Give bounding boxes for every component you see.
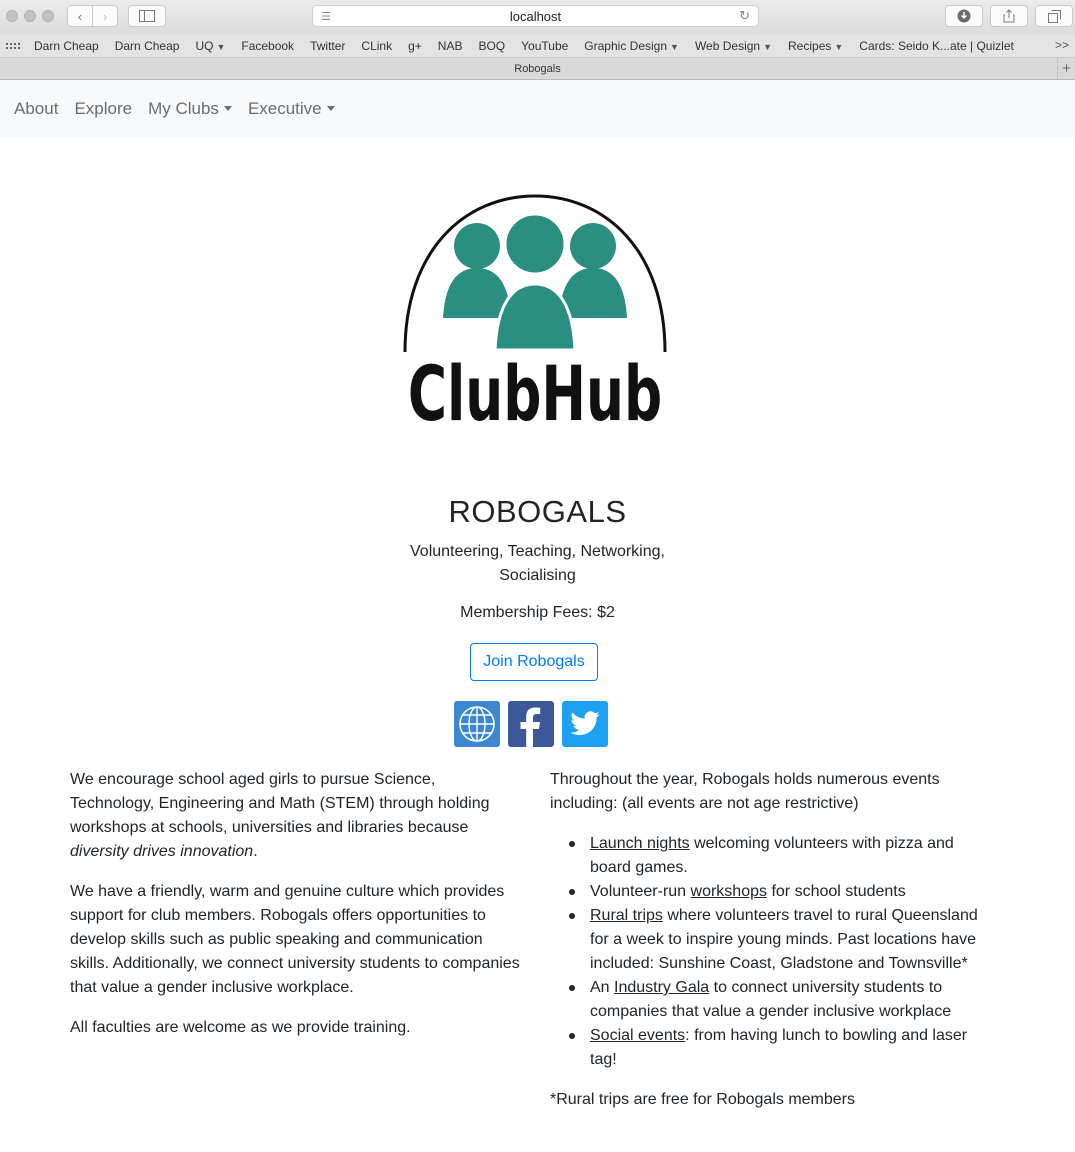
events-intro: Throughout the year, Robogals holds nume… (550, 771, 940, 812)
chevron-down-icon: ▼ (670, 41, 679, 52)
list-item: Rural trips where volunteers travel to r… (569, 904, 990, 976)
caret-down-icon (326, 106, 335, 111)
chevron-down-icon: ▼ (834, 41, 844, 52)
paragraph-end: . (253, 843, 258, 860)
back-button[interactable]: ‹ (67, 5, 93, 27)
twitter-link[interactable] (562, 701, 608, 747)
caret-down-icon (223, 106, 232, 111)
sidebar-toggle-button[interactable] (128, 5, 166, 27)
bookmark-quizlet[interactable]: Cards: Seido K...ate | Quizlet (859, 39, 1014, 53)
club-name: ROBOGALS (448, 494, 627, 529)
tab-bar: Robogals + (0, 58, 1075, 80)
share-button[interactable] (990, 5, 1028, 27)
address-bar[interactable]: ☰ localhost ↻ (312, 5, 759, 27)
item-pre: Volunteer-run (590, 883, 691, 900)
events-list: Launch nights welcoming volunteers with … (569, 832, 990, 1072)
bookmark-web-design-folder[interactable]: Web Design ▼ (695, 39, 772, 53)
globe-icon (459, 706, 495, 742)
downloads-button[interactable] (945, 5, 983, 27)
nav-label: My Clubs (148, 98, 219, 118)
bookmark-boq[interactable]: BOQ (478, 39, 505, 53)
plus-icon: + (1062, 60, 1071, 77)
bookmark-nab[interactable]: NAB (438, 39, 463, 53)
chevron-left-icon: ‹ (77, 8, 83, 24)
item-post: for school students (767, 883, 906, 900)
events-footnote: *Rural trips are free for Robogals membe… (550, 1091, 856, 1108)
list-item: Launch nights welcoming volunteers with … (569, 832, 990, 880)
bookmark-darn-cheap[interactable]: Darn Cheap (34, 39, 99, 53)
description-paragraph: We encourage school aged girls to pursue… (70, 768, 520, 864)
download-icon (957, 9, 971, 23)
bookmark-darn-cheap-2[interactable]: Darn Cheap (115, 39, 180, 53)
clubhub-logo: ClubHub (403, 194, 667, 430)
forward-button[interactable]: › (92, 5, 118, 27)
club-events: Throughout the year, Robogals holds nume… (550, 768, 990, 1128)
list-item: Social events: from having lunch to bowl… (569, 1024, 990, 1072)
bookmark-label: Recipes (788, 38, 832, 53)
apps-grid-icon[interactable] (6, 42, 20, 49)
club-tags-line: Volunteering, Teaching, Networking, (410, 543, 665, 560)
bookmarks-bar: Darn Cheap Darn Cheap UQ ▼ Facebook Twitt… (0, 34, 1075, 58)
bookmark-twitter[interactable]: Twitter (310, 39, 345, 53)
club-tags: Volunteering, Teaching, Networking, Soci… (400, 540, 675, 588)
share-icon (1003, 9, 1015, 23)
rural-trips-link[interactable]: Rural trips (590, 907, 663, 924)
launch-nights-link[interactable]: Launch nights (590, 835, 690, 852)
website-link[interactable] (454, 701, 500, 747)
nav-my-clubs-dropdown[interactable]: My Clubs (148, 99, 232, 119)
site-navbar: About Explore My Clubs Executive (0, 80, 1075, 137)
list-item: An Industry Gala to connect university s… (569, 976, 990, 1024)
facebook-icon (520, 707, 541, 747)
new-tab-button[interactable]: + (1057, 58, 1075, 79)
zoom-window-button[interactable] (42, 10, 54, 22)
membership-fees: Membership Fees: $2 (460, 604, 615, 621)
item-pre: An (590, 979, 615, 996)
nav-explore[interactable]: Explore (74, 99, 132, 119)
bookmark-recipes-folder[interactable]: Recipes ▼ (788, 39, 843, 53)
list-item: Volunteer-run workshops for school stude… (569, 880, 990, 904)
paragraph-text: We encourage school aged girls to pursue… (70, 771, 490, 836)
nav-executive-dropdown[interactable]: Executive (248, 99, 335, 119)
chevron-down-icon: ▼ (216, 41, 226, 52)
chevron-down-icon: ▼ (763, 41, 773, 52)
logo-wordmark: ClubHub (408, 351, 662, 430)
close-window-button[interactable] (6, 10, 18, 22)
reload-icon[interactable]: ↻ (739, 8, 750, 24)
bookmark-facebook[interactable]: Facebook (241, 39, 294, 53)
industry-gala-link[interactable]: Industry Gala (614, 979, 709, 996)
bookmark-clink[interactable]: CLink (361, 39, 392, 53)
bookmark-label: UQ (195, 38, 214, 53)
facebook-link[interactable] (508, 701, 554, 747)
bookmark-gplus[interactable]: g+ (408, 39, 422, 53)
social-events-link[interactable]: Social events (590, 1027, 685, 1044)
bookmark-uq-folder[interactable]: UQ ▼ (195, 39, 225, 53)
twitter-icon (570, 711, 600, 736)
description-paragraph: We have a friendly, warm and genuine cul… (70, 883, 520, 996)
bookmark-youtube[interactable]: YouTube (521, 39, 568, 53)
browser-titlebar: ‹ › ☰ localhost ↻ (0, 0, 1075, 34)
nav-label: Executive (247, 98, 322, 118)
club-description: We encourage school aged girls to pursue… (70, 768, 520, 1056)
url-text: localhost (509, 8, 562, 24)
bookmark-label: Graphic Design (584, 38, 668, 53)
reader-view-icon[interactable]: ☰ (321, 10, 331, 23)
chevron-right-icon: › (102, 8, 108, 24)
emphasis-text: diversity drives innovation (70, 843, 254, 860)
tab-robogals[interactable]: Robogals (514, 63, 560, 75)
bookmark-graphic-design-folder[interactable]: Graphic Design ▼ (584, 39, 679, 53)
tabs-icon (1047, 9, 1061, 23)
nav-about[interactable]: About (14, 99, 58, 119)
bookmark-label: Web Design (694, 38, 761, 53)
join-club-button[interactable]: Join Robogals (470, 643, 598, 681)
description-paragraph: All faculties are welcome as we provide … (70, 1019, 411, 1036)
club-tags-line: Socialising (499, 567, 576, 584)
sidebar-icon (139, 10, 155, 22)
workshops-link[interactable]: workshops (691, 883, 767, 900)
more-bookmarks-button[interactable]: >> (1055, 38, 1069, 52)
tab-overview-button[interactable] (1035, 5, 1073, 27)
minimize-window-button[interactable] (24, 10, 36, 22)
